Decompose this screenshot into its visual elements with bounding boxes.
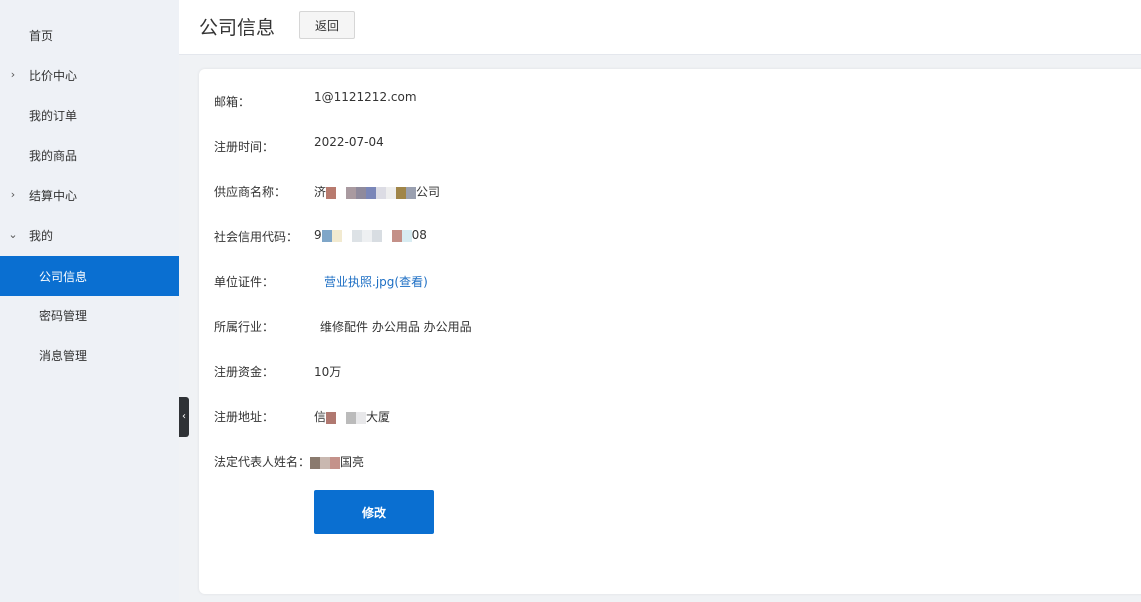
page-header: 公司信息 返回 bbox=[179, 0, 1141, 55]
industry-value: 维修配件 办公用品 办公用品 bbox=[320, 320, 472, 334]
sidebar-item-mine[interactable]: ⌄ 我的 bbox=[0, 215, 179, 255]
sidebar-item-orders[interactable]: 我的订单 bbox=[0, 95, 179, 135]
sidebar-item-settlement[interactable]: › 结算中心 bbox=[0, 175, 179, 215]
supplier-row: 供应商名称： 济 公司 bbox=[199, 183, 899, 203]
sidebar-item-price-compare[interactable]: › 比价中心 bbox=[0, 55, 179, 95]
address-suffix: 大厦 bbox=[366, 410, 391, 424]
credit-suffix: 08 bbox=[411, 228, 427, 242]
edit-button[interactable]: 修改 bbox=[314, 490, 434, 534]
license-label: 单位证件： bbox=[214, 275, 275, 289]
legal-rep-label: 法定代表人姓名： bbox=[214, 455, 311, 469]
redacted-block bbox=[326, 411, 367, 424]
sidebar-item-label: 我的 bbox=[29, 228, 54, 243]
email-label: 邮箱： bbox=[214, 95, 251, 109]
capital-value: 10万 bbox=[314, 365, 342, 379]
sidebar-item-label: 公司信息 bbox=[39, 269, 88, 284]
legal-rep-row: 法定代表人姓名： 国亮 bbox=[199, 453, 899, 473]
supplier-label: 供应商名称： bbox=[214, 185, 287, 199]
capital-row: 注册资金： 10万 bbox=[199, 363, 899, 383]
email-row: 邮箱： 1@1121212.com bbox=[199, 90, 899, 113]
reg-time-label: 注册时间： bbox=[214, 140, 275, 154]
chevron-right-icon: › bbox=[10, 68, 16, 81]
sidebar-item-label: 密码管理 bbox=[39, 308, 88, 323]
chevron-left-icon: ‹ bbox=[182, 411, 186, 422]
address-label: 注册地址： bbox=[214, 410, 275, 424]
sidebar-item-password[interactable]: 密码管理 bbox=[0, 295, 179, 335]
sidebar-item-label: 比价中心 bbox=[29, 68, 78, 83]
sidebar-item-label: 结算中心 bbox=[29, 188, 78, 203]
page-title: 公司信息 bbox=[199, 17, 276, 39]
sidebar-collapse-handle[interactable]: ‹ bbox=[179, 397, 189, 437]
reg-time-value: 2022-07-04 bbox=[314, 135, 384, 149]
email-value: 1@1121212.com bbox=[314, 90, 417, 104]
chevron-right-icon: › bbox=[10, 188, 16, 201]
supplier-suffix: 公司 bbox=[416, 185, 441, 199]
sidebar-item-home[interactable]: 首页 bbox=[0, 15, 179, 55]
sidebar-item-label: 首页 bbox=[29, 28, 54, 43]
sidebar-item-company-info[interactable]: 公司信息 bbox=[0, 256, 179, 296]
sidebar-item-label: 我的订单 bbox=[29, 108, 78, 123]
sidebar-item-label: 消息管理 bbox=[39, 348, 88, 363]
redacted-block bbox=[310, 456, 340, 469]
supplier-value: 济 公司 bbox=[314, 183, 440, 200]
sidebar-item-products[interactable]: 我的商品 bbox=[0, 135, 179, 175]
license-row: 单位证件： 营业执照.jpg(查看) bbox=[199, 273, 899, 293]
legal-rep-suffix: 国亮 bbox=[340, 455, 365, 469]
license-view-link[interactable]: 营业执照.jpg(查看) bbox=[324, 273, 428, 290]
redacted-block bbox=[326, 186, 417, 199]
sidebar-item-messages[interactable]: 消息管理 bbox=[0, 335, 179, 375]
credit-code-row: 社会信用代码： 9 08 bbox=[199, 228, 899, 248]
supplier-prefix: 济 bbox=[314, 185, 327, 199]
reg-time-row: 注册时间： 2022-07-04 bbox=[199, 135, 899, 158]
credit-prefix: 9 bbox=[314, 228, 322, 242]
capital-label: 注册资金： bbox=[214, 365, 275, 379]
credit-code-label: 社会信用代码： bbox=[214, 230, 299, 244]
sidebar: 首页 › 比价中心 我的订单 我的商品 › 结算中心 ⌄ 我的 公司信息 密码管… bbox=[0, 0, 179, 602]
company-info-card: 邮箱： 1@1121212.com 注册时间： 2022-07-04 供应商名称… bbox=[199, 69, 1141, 594]
address-row: 注册地址： 信 大厦 bbox=[199, 408, 899, 428]
legal-rep-value: 国亮 bbox=[310, 453, 364, 470]
address-prefix: 信 bbox=[314, 410, 327, 424]
redacted-block bbox=[321, 229, 412, 242]
chevron-down-icon: ⌄ bbox=[8, 228, 18, 241]
industry-label: 所属行业： bbox=[214, 320, 275, 334]
credit-code-value: 9 08 bbox=[314, 228, 427, 242]
industry-row: 所属行业： 维修配件 办公用品 办公用品 bbox=[199, 318, 899, 338]
back-button[interactable]: 返回 bbox=[299, 11, 355, 39]
sidebar-item-label: 我的商品 bbox=[29, 148, 78, 163]
address-value: 信 大厦 bbox=[314, 408, 390, 425]
